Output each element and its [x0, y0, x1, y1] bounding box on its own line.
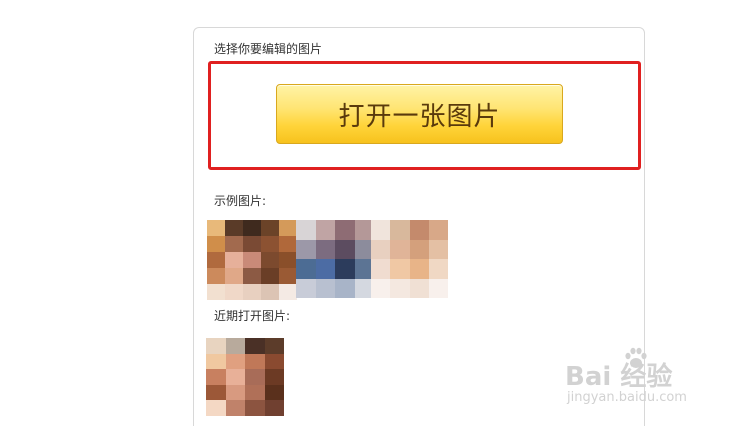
thumbnail-pixel: [207, 252, 225, 268]
thumbnail-pixel: [315, 220, 335, 240]
thumbnail-pixel: [264, 400, 284, 416]
thumbnail-pixel: [206, 400, 226, 416]
thumbnail-pixel: [245, 384, 265, 401]
watermark-logo: Bai 经验: [565, 362, 673, 392]
sample-thumbnail-1[interactable]: [207, 220, 297, 300]
thumbnail-pixel: [390, 259, 410, 279]
thumbnail-pixel: [261, 252, 279, 268]
thumbnail-pixel: [207, 284, 225, 300]
thumbnail-pixel: [243, 268, 261, 284]
thumbnail-pixel: [315, 259, 335, 279]
thumbnail-pixel: [206, 353, 226, 370]
thumbnail-pixel: [409, 239, 429, 259]
thumbnail-pixel: [371, 278, 391, 298]
thumbnail-pixel: [261, 236, 279, 252]
thumbnail-pixel: [207, 220, 225, 236]
thumbnail-pixel: [409, 220, 429, 240]
thumbnail-pixel: [390, 239, 410, 259]
thumbnail-pixel: [296, 220, 316, 240]
thumbnail-pixel: [261, 284, 279, 300]
thumbnail-pixel: [225, 400, 245, 416]
thumbnail-pixel: [335, 278, 355, 298]
thumbnail-pixel: [225, 384, 245, 401]
thumbnail-pixel: [264, 369, 284, 385]
thumbnail-pixel: [335, 239, 355, 259]
thumbnail-pixel: [225, 353, 245, 370]
thumbnail-pixel: [264, 384, 284, 401]
thumbnail-pixel: [206, 338, 226, 354]
thumbnail-pixel: [315, 239, 335, 259]
recent-images-label: 近期打开图片:: [214, 309, 291, 323]
thumbnail-pixel: [390, 278, 410, 298]
thumbnail-pixel: [206, 384, 226, 401]
recent-thumbnail-1[interactable]: [206, 338, 284, 416]
thumbnail-pixel: [225, 268, 243, 284]
thumbnail-pixel: [245, 400, 265, 416]
thumbnail-pixel: [409, 278, 429, 298]
thumbnail-pixel: [207, 268, 225, 284]
thumbnail-pixel: [243, 284, 261, 300]
image-editor-page: 选择你要编辑的图片 打开一张图片 示例图片: 近期打开图片: Bai 经验 ji…: [0, 0, 741, 426]
thumbnail-pixel: [279, 268, 297, 284]
thumbnail-pixel: [335, 259, 355, 279]
thumbnail-pixel: [264, 353, 284, 370]
sample-thumbnail-3[interactable]: [371, 220, 448, 298]
thumbnail-pixel: [409, 259, 429, 279]
thumbnail-pixel: [207, 236, 225, 252]
thumbnail-pixel: [264, 338, 284, 354]
thumbnail-pixel: [225, 220, 243, 236]
thumbnail-pixel: [243, 220, 261, 236]
thumbnail-pixel: [225, 252, 243, 268]
thumbnail-pixel: [279, 220, 297, 236]
thumbnail-pixel: [335, 220, 355, 240]
thumbnail-pixel: [279, 252, 297, 268]
paw-icon: [625, 347, 647, 368]
thumbnail-pixel: [371, 239, 391, 259]
thumbnail-pixel: [261, 220, 279, 236]
thumbnail-pixel: [296, 278, 316, 298]
thumbnail-pixel: [279, 236, 297, 252]
thumbnail-pixel: [206, 369, 226, 385]
thumbnail-pixel: [315, 278, 335, 298]
thumbnail-pixel: [245, 369, 265, 385]
sample-images-label: 示例图片:: [214, 194, 267, 208]
thumbnail-pixel: [243, 236, 261, 252]
thumbnail-pixel: [225, 236, 243, 252]
open-image-button[interactable]: 打开一张图片: [276, 84, 563, 144]
thumbnail-pixel: [428, 278, 448, 298]
thumbnail-pixel: [428, 220, 448, 240]
thumbnail-pixel: [225, 369, 245, 385]
thumbnail-pixel: [371, 259, 391, 279]
thumbnail-pixel: [390, 220, 410, 240]
thumbnail-pixel: [243, 252, 261, 268]
watermark-url: jingyan.baidu.com: [567, 390, 687, 405]
thumbnail-pixel: [428, 259, 448, 279]
sample-thumbnail-2[interactable]: [296, 220, 374, 298]
thumbnail-pixel: [279, 284, 297, 300]
thumbnail-pixel: [245, 338, 265, 354]
choose-image-label: 选择你要编辑的图片: [214, 42, 323, 56]
thumbnail-pixel: [296, 259, 316, 279]
thumbnail-pixel: [428, 239, 448, 259]
thumbnail-pixel: [225, 284, 243, 300]
thumbnail-pixel: [261, 268, 279, 284]
thumbnail-pixel: [371, 220, 391, 240]
thumbnail-pixel: [296, 239, 316, 259]
baidu-jingyan-watermark: Bai 经验 jingyan.baidu.com: [565, 346, 705, 408]
thumbnail-pixel: [245, 353, 265, 370]
thumbnail-pixel: [225, 338, 245, 354]
